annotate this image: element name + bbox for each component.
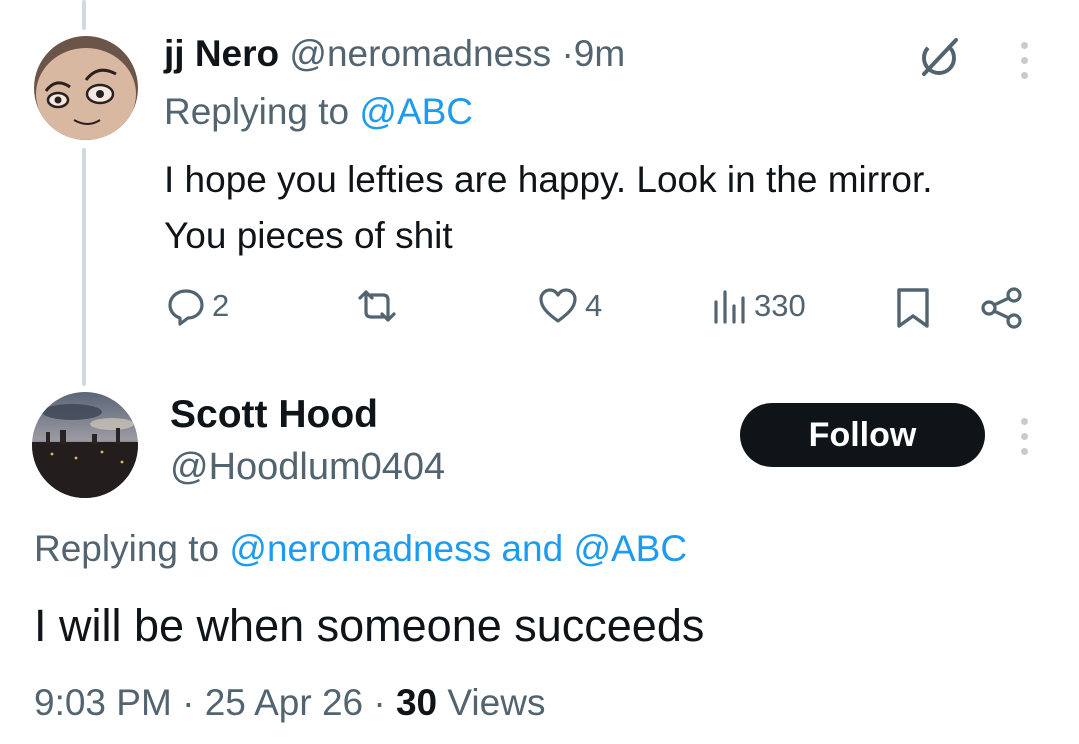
main-tweet-body: I will be when someone succeeds bbox=[34, 600, 705, 651]
main-replying-to-label: Replying to bbox=[34, 528, 220, 569]
author-handle[interactable]: @neromadness bbox=[289, 33, 551, 74]
avatar-drawing-icon bbox=[34, 36, 138, 140]
replying-to-label: Replying to bbox=[164, 91, 350, 132]
reply-tweet-header: jj Nero @neromadness ·9m bbox=[164, 32, 625, 76]
views-total[interactable]: 30 bbox=[396, 682, 437, 723]
replying-to-mention[interactable]: @ABC bbox=[359, 91, 473, 132]
reply-count: 2 bbox=[212, 288, 230, 323]
main-replying-to-mention-2[interactable]: @ABC bbox=[573, 528, 687, 569]
like-count: 4 bbox=[585, 288, 603, 323]
bookmark-icon bbox=[897, 288, 929, 328]
replying-to-line: Replying to @ABC bbox=[164, 90, 473, 134]
more-dots-icon[interactable] bbox=[1021, 42, 1028, 79]
views-count: 330 bbox=[754, 288, 806, 323]
main-replying-to-line: Replying to @neromadness and @ABC bbox=[34, 526, 687, 572]
grok-button[interactable] bbox=[914, 32, 964, 82]
grok-slash-icon bbox=[922, 38, 958, 76]
avatar-scott-hood[interactable] bbox=[32, 392, 138, 498]
meta-separator-2: · bbox=[373, 682, 386, 723]
reply-icon bbox=[168, 289, 204, 326]
views-bar-icon bbox=[714, 290, 745, 324]
timestamp-time[interactable]: 9:03 PM bbox=[34, 682, 172, 723]
header-separator: · bbox=[561, 33, 574, 74]
avatar-city-skyline-icon bbox=[32, 392, 138, 498]
main-replying-to-mention-1[interactable]: @neromadness bbox=[229, 528, 491, 569]
main-tweet-meta: 9:03 PM · 25 Apr 26 · 30 Views bbox=[34, 680, 545, 726]
heart-icon bbox=[539, 288, 577, 323]
main-author-handle[interactable]: @Hoodlum0404 bbox=[170, 444, 445, 490]
main-replying-to-and: and bbox=[501, 528, 564, 569]
avatar-jj-nero[interactable] bbox=[34, 36, 138, 140]
like-action[interactable]: 4 bbox=[537, 286, 602, 326]
timestamp-date[interactable]: 25 Apr 26 bbox=[205, 682, 363, 723]
reply-action[interactable]: 2 bbox=[166, 286, 229, 326]
share-button[interactable] bbox=[980, 286, 1024, 335]
thread-line-top bbox=[82, 0, 86, 30]
thread-line-connector bbox=[82, 148, 86, 386]
bookmark-button[interactable] bbox=[893, 286, 933, 335]
main-author-name[interactable]: Scott Hood bbox=[170, 392, 378, 438]
share-icon bbox=[981, 287, 1022, 329]
author-name[interactable]: jj Nero bbox=[164, 33, 279, 74]
retweet-icon bbox=[358, 290, 396, 322]
views-action[interactable]: 330 bbox=[712, 286, 806, 326]
follow-button[interactable]: Follow bbox=[740, 403, 985, 467]
views-label: Views bbox=[447, 682, 546, 723]
reply-tweet-body: I hope you lefties are happy. Look in th… bbox=[164, 159, 933, 256]
retweet-action[interactable] bbox=[354, 286, 406, 326]
post-time[interactable]: 9m bbox=[574, 33, 625, 74]
meta-separator-1: · bbox=[182, 682, 195, 723]
main-more-dots-icon[interactable] bbox=[1021, 418, 1028, 455]
